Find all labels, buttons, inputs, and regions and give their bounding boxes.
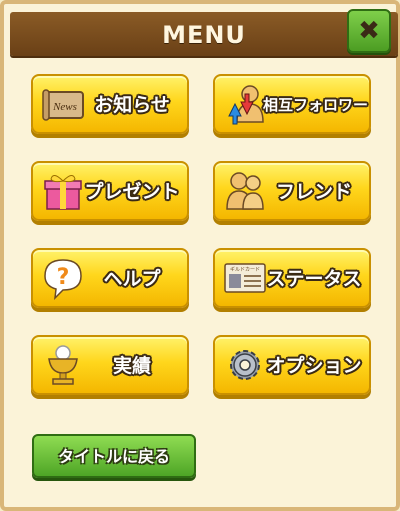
status-card-icon: ギルドカード bbox=[224, 263, 266, 293]
mutual-follower-icon bbox=[228, 85, 264, 125]
status-button[interactable]: ギルドカード ステータス bbox=[213, 248, 371, 308]
menu-title: MENU bbox=[162, 21, 246, 49]
back-to-title-button[interactable]: タイトルに戻る bbox=[32, 434, 196, 478]
menu-panel: MENU ✖ News お知らせ 相互フォロワー プレゼント フレンド ? ヘル… bbox=[0, 0, 400, 511]
trophy-icon bbox=[48, 345, 78, 385]
news-button[interactable]: News お知らせ bbox=[31, 74, 189, 134]
help-bubble-icon: ? bbox=[44, 259, 82, 300]
present-label: プレゼント bbox=[84, 181, 180, 203]
friend-button[interactable]: フレンド bbox=[213, 161, 371, 221]
help-button[interactable]: ? ヘルプ bbox=[31, 248, 189, 308]
achievements-label: 実績 bbox=[112, 355, 151, 377]
friend-label: フレンド bbox=[275, 181, 352, 203]
present-button[interactable]: プレゼント bbox=[31, 161, 189, 221]
gear-icon bbox=[230, 350, 260, 380]
svg-text:?: ? bbox=[57, 265, 70, 290]
close-button[interactable]: ✖ bbox=[347, 9, 391, 53]
options-label: オプション bbox=[266, 355, 362, 377]
friends-icon bbox=[226, 172, 264, 210]
mutual-follower-button[interactable]: 相互フォロワー bbox=[213, 74, 371, 134]
achievements-button[interactable]: 実績 bbox=[31, 335, 189, 395]
gift-box-icon bbox=[44, 175, 82, 210]
mutual-follower-label: 相互フォロワー bbox=[263, 96, 369, 114]
news-scroll-icon: News bbox=[42, 89, 84, 121]
menu-header: MENU bbox=[10, 12, 398, 56]
svg-text:News: News bbox=[52, 101, 77, 113]
options-button[interactable]: オプション bbox=[213, 335, 371, 395]
status-label: ステータス bbox=[266, 268, 362, 290]
news-label: お知らせ bbox=[94, 94, 170, 116]
svg-text:ギルドカード: ギルドカード bbox=[230, 267, 260, 273]
close-icon: ✖ bbox=[358, 16, 380, 46]
back-to-title-label: タイトルに戻る bbox=[57, 447, 170, 466]
help-label: ヘルプ bbox=[103, 268, 161, 290]
